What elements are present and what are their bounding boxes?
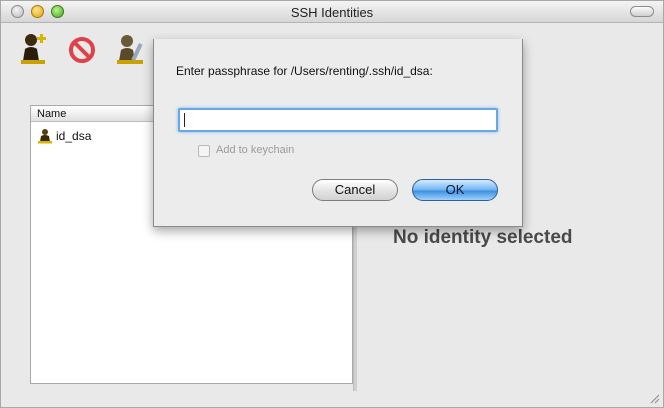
window-title: SSH Identities (290, 5, 374, 20)
edit-identity-icon[interactable] (113, 31, 147, 65)
ssh-identities-window: SSH Identities Name id_dsa No identity s… (0, 0, 664, 408)
identity-name: id_dsa (56, 129, 92, 143)
name-column-label: Name (37, 108, 67, 120)
passphrase-field[interactable] (178, 108, 498, 132)
no-selection-label: No identity selected (393, 227, 573, 248)
add-to-keychain-checkbox[interactable] (198, 145, 210, 157)
add-identity-icon[interactable] (17, 31, 51, 65)
toolbar-toggle-button[interactable] (630, 6, 654, 17)
remove-identity-icon[interactable] (65, 31, 99, 65)
text-caret (184, 113, 185, 127)
passphrase-sheet: Enter passphrase for /Users/renting/.ssh… (153, 39, 523, 227)
ok-button[interactable]: OK (412, 179, 498, 201)
key-icon (38, 129, 52, 144)
title-bar[interactable]: SSH Identities (1, 1, 663, 23)
passphrase-prompt: Enter passphrase for /Users/renting/.ssh… (176, 64, 433, 78)
add-to-keychain-label: Add to keychain (216, 144, 295, 156)
resize-grip-icon[interactable] (648, 392, 660, 404)
cancel-button[interactable]: Cancel (312, 179, 398, 201)
